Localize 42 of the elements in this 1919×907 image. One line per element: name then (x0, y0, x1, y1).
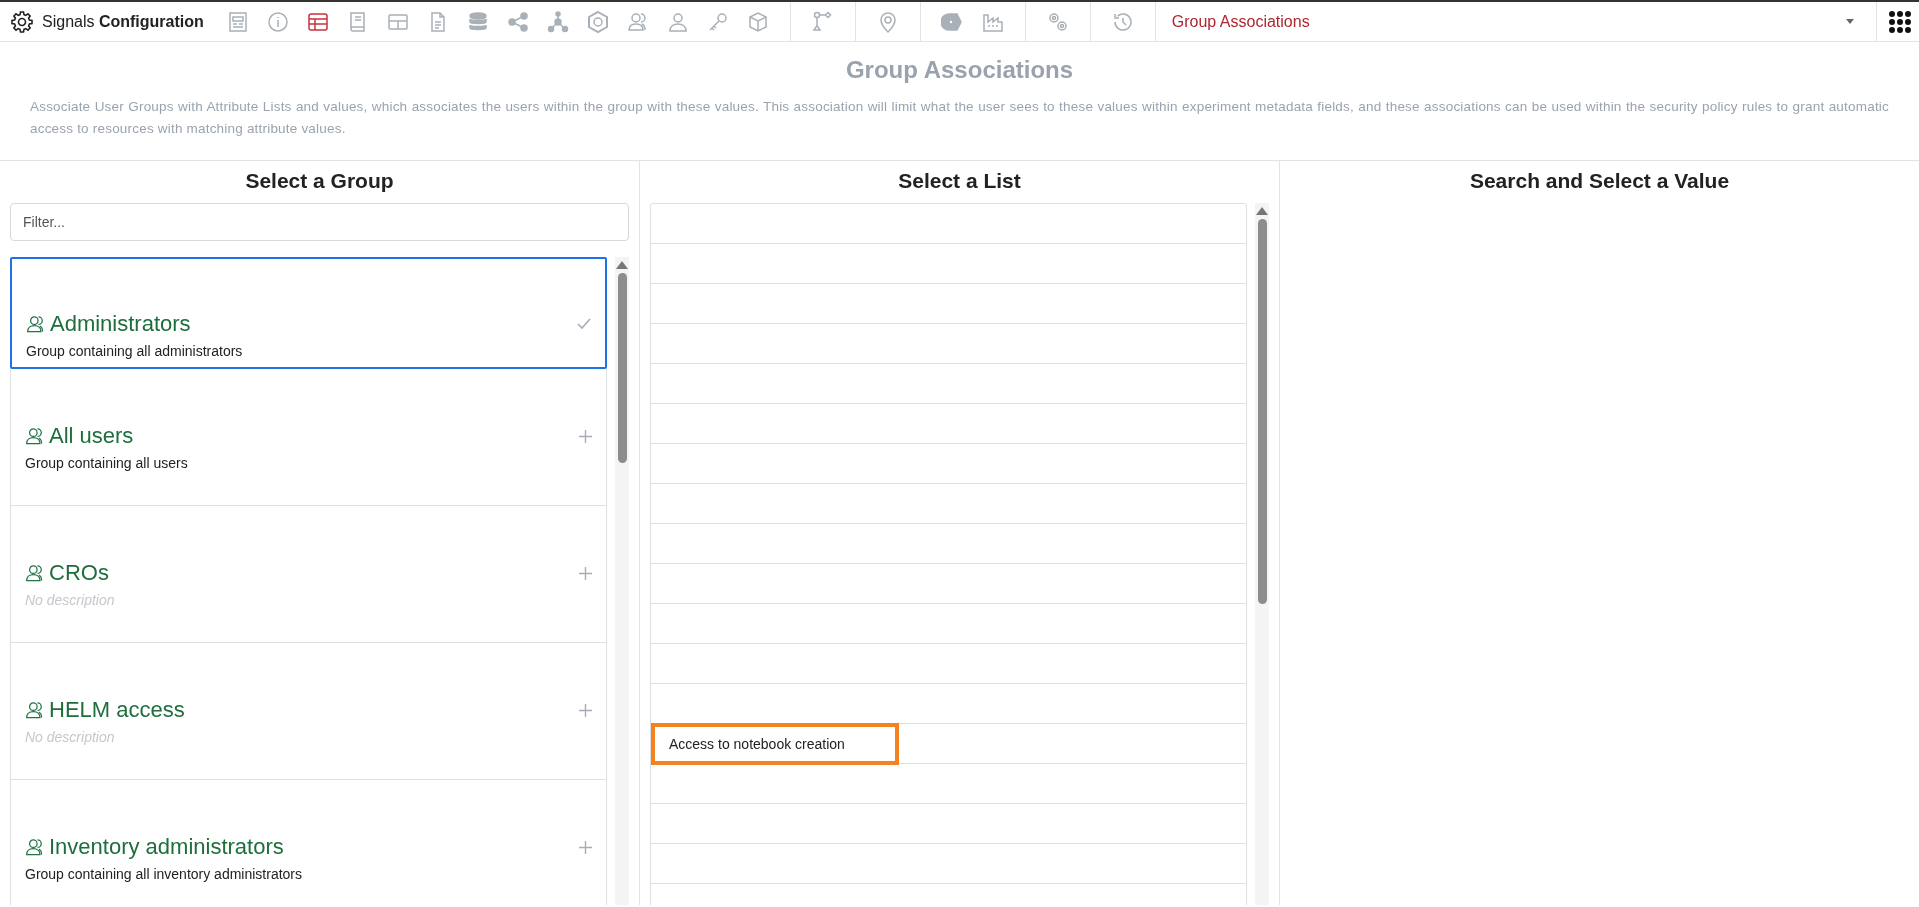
group-item[interactable]: HELM access No description (10, 643, 607, 780)
column-heading: Select a List (897, 168, 1022, 194)
info-icon[interactable] (265, 9, 290, 34)
users-icon (25, 563, 45, 583)
add-icon[interactable] (579, 703, 592, 717)
users-icon (26, 314, 46, 334)
group-description: Group containing all administrators (26, 343, 244, 359)
app-title: Signals Configuration (42, 12, 204, 31)
group-name: CROs (49, 560, 109, 586)
users-icon (25, 426, 45, 446)
apps-grid-icon[interactable] (1889, 10, 1911, 33)
group-name: Administrators (50, 311, 191, 337)
group-description: Group containing all users (25, 455, 189, 471)
group-item[interactable]: All users Group containing all users (10, 369, 607, 506)
scrollbar[interactable] (1255, 203, 1269, 905)
list-item[interactable]: Access to notebook creation (651, 722, 899, 765)
page-title: Group Associations (844, 56, 1075, 84)
caret-icon (1846, 19, 1854, 24)
scrollbar[interactable] (615, 257, 629, 905)
page-description: Associate User Groups with Attribute Lists and values, which associates the users within the group with these values. This association will limit what the user sees to these values within experiment metadata fields, and these associations can be used within the security policy rules to grant automatic access to resources with matching attribute values. (30, 98, 1889, 138)
group-item[interactable]: Administrators Group containing all administrators (10, 257, 607, 369)
group-name: Inventory administrators (49, 834, 284, 860)
group-item[interactable]: Inventory administrators Group containing all inventory administrators (10, 780, 607, 905)
network-icon[interactable] (545, 9, 570, 34)
group-description: Group containing all inventory administrators (25, 866, 304, 882)
group-name: All users (49, 423, 134, 449)
checkmark-icon (577, 318, 591, 330)
group-item[interactable]: CROs No description (10, 506, 607, 643)
group-description: No description (25, 729, 116, 745)
column-heading: Select a Group (244, 168, 395, 194)
add-icon[interactable] (579, 429, 592, 443)
add-icon[interactable] (579, 566, 592, 580)
filter-field[interactable]: Filter... (10, 203, 629, 241)
group-description: No description (25, 592, 116, 608)
users-icon (25, 837, 45, 857)
group-name: HELM access (49, 697, 185, 723)
column-heading: Search and Select a Value (1468, 168, 1731, 194)
add-icon[interactable] (579, 840, 592, 854)
share-icon[interactable] (505, 9, 530, 34)
settings-icon[interactable] (10, 9, 34, 34)
users-icon (25, 700, 45, 720)
hexagon-icon[interactable] (585, 9, 610, 34)
